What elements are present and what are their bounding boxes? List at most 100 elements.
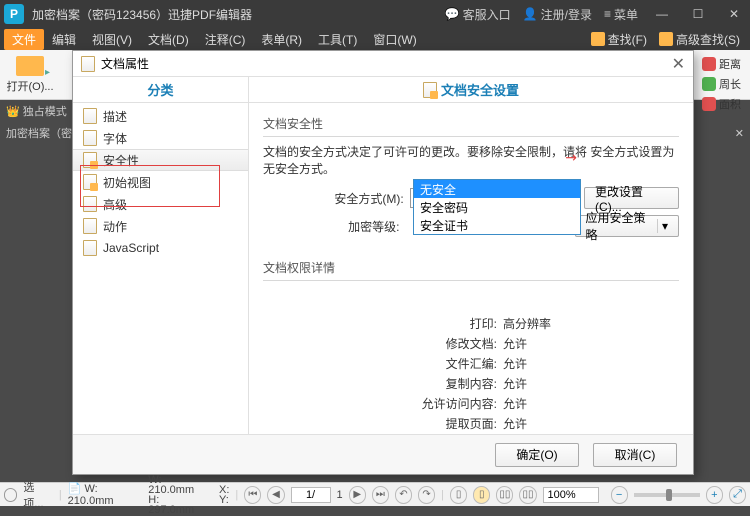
doc-icon <box>83 130 97 146</box>
perm-val: 允许 <box>503 335 527 352</box>
zoom-out-button[interactable]: − <box>611 486 628 504</box>
security-method-dropdown: 无安全 安全密码 安全证书 <box>413 179 581 235</box>
back-button[interactable]: ↶ <box>395 486 412 504</box>
layout-continuous-button[interactable]: ▯ <box>473 486 490 504</box>
menu-document[interactable]: 文档(D) <box>140 29 197 50</box>
menu-tools[interactable]: 工具(T) <box>310 29 365 50</box>
cat-fonts[interactable]: 字体 <box>73 127 248 149</box>
zoom-in-button[interactable]: + <box>706 486 723 504</box>
cancel-button[interactable]: 取消(C) <box>593 443 677 467</box>
gear-icon[interactable] <box>4 488 17 502</box>
perm-key: 复制内容: <box>263 375 503 392</box>
open-button[interactable]: 打开(O)... <box>0 54 60 96</box>
doc-icon <box>83 108 97 124</box>
login-link[interactable]: 👤 注册/登录 <box>523 6 592 23</box>
document-tab[interactable]: 加密档案（密 <box>6 125 72 141</box>
exclusive-mode[interactable]: 👑 独占模式 <box>6 103 67 119</box>
permissions-list: 打印:高分辨率 修改文档:允许 文件汇编:允许 复制内容:允许 允许访问内容:允… <box>263 315 679 434</box>
option-password[interactable]: 安全密码 <box>414 198 580 216</box>
change-settings-button[interactable]: 更改设置(C)... <box>584 187 679 209</box>
tool-perimeter[interactable]: 周长 <box>702 76 744 92</box>
cat-advanced[interactable]: 高级 <box>73 193 248 215</box>
menu-edit[interactable]: 编辑 <box>44 29 84 50</box>
layout-facing-button[interactable]: ▯▯ <box>496 486 513 504</box>
close-button[interactable]: ✕ <box>722 4 746 24</box>
layout-facing-cont-button[interactable]: ▯▯ <box>519 486 536 504</box>
support-link[interactable]: 💬 客服入口 <box>445 6 511 23</box>
zoom-select[interactable] <box>543 487 599 503</box>
title-bar: P 加密档案（密码123456）迅捷PDF编辑器 💬 客服入口 👤 注册/登录 … <box>0 0 750 28</box>
menu-form[interactable]: 表单(R) <box>253 29 310 50</box>
cat-security[interactable]: 安全性 <box>73 149 248 171</box>
tool-distance[interactable]: 距离 <box>702 56 744 72</box>
menu-view[interactable]: 视图(V) <box>84 29 140 50</box>
find-link[interactable]: 查找(F) <box>591 31 647 48</box>
cursor-x: X: <box>219 485 229 495</box>
cat-actions[interactable]: 动作 <box>73 215 248 237</box>
forward-button[interactable]: ↷ <box>418 486 435 504</box>
apply-policy-button[interactable]: 应用安全策略▾ <box>575 215 679 237</box>
section-permissions: 文档权限详情 <box>263 259 679 276</box>
lock-icon <box>83 152 97 168</box>
page-total: 1 <box>337 489 343 501</box>
category-panel: 分类 描述 字体 安全性 初始视图 高级 动作 JavaScript <box>73 77 249 434</box>
cat-initial-view[interactable]: 初始视图 <box>73 171 248 193</box>
category-header: 分类 <box>73 77 248 103</box>
security-description: 文档的安全方式决定了可许可的更改。要移除安全限制，请将 安全方式设置为 无安全方… <box>263 143 679 177</box>
tool-area[interactable]: 面积 <box>702 96 744 112</box>
perm-val: 允许 <box>503 375 527 392</box>
doc-size: 📄 W: 210.0mm <box>68 482 143 507</box>
adv-find-icon <box>659 32 673 46</box>
perm-val: 高分辨率 <box>503 315 551 332</box>
doc-icon <box>83 218 97 234</box>
doc-icon <box>83 240 97 256</box>
chevron-down-icon: ▾ <box>657 219 668 233</box>
prev-page-button[interactable]: ◀ <box>267 486 284 504</box>
main-menu[interactable]: ≡ 菜单 <box>604 6 638 23</box>
last-page-button[interactable]: ⏭ <box>372 486 389 504</box>
doc-icon <box>81 56 95 72</box>
perimeter-icon <box>702 77 716 91</box>
dialog-title: 文档属性 <box>101 55 149 72</box>
perm-key: 修改文档: <box>263 335 503 352</box>
find-icon <box>591 32 605 46</box>
menu-comment[interactable]: 注释(C) <box>197 29 254 50</box>
menu-file[interactable]: 文件 <box>4 29 44 50</box>
option-no-security[interactable]: 无安全 <box>414 180 580 198</box>
perm-val: 允许 <box>503 415 527 432</box>
minimize-button[interactable]: — <box>650 4 674 24</box>
layout-single-button[interactable]: ▯ <box>450 486 467 504</box>
dialog-close-button[interactable]: ✕ <box>672 54 685 74</box>
cat-javascript[interactable]: JavaScript <box>73 237 248 259</box>
status-bar: 选项... | 📄 W: 210.0mm W: 210.0mm H: 297.0… <box>0 482 750 506</box>
lock-icon <box>423 82 437 98</box>
section-security: 文档安全性 <box>263 115 679 132</box>
first-page-button[interactable]: ⏮ <box>244 486 261 504</box>
adv-find-link[interactable]: 高级查找(S) <box>659 31 740 48</box>
fit-button[interactable]: ⤢ <box>729 486 746 504</box>
option-certificate[interactable]: 安全证书 <box>414 216 580 234</box>
dialog-titlebar: 文档属性 ✕ <box>73 51 693 77</box>
ok-button[interactable]: 确定(O) <box>495 443 579 467</box>
distance-icon <box>702 57 716 71</box>
page-height: H: 297.0mm <box>148 495 207 515</box>
cat-description[interactable]: 描述 <box>73 105 248 127</box>
document-properties-dialog: 文档属性 ✕ 分类 描述 字体 安全性 初始视图 高级 动作 JavaScrip… <box>72 50 694 475</box>
security-method-label: 安全方式(M): <box>263 190 410 207</box>
encrypt-level-label: 加密等级: <box>263 218 405 235</box>
settings-panel: 文档安全设置 文档安全性 文档的安全方式决定了可许可的更改。要移除安全限制，请将… <box>249 77 693 434</box>
settings-header: 文档安全设置 <box>249 77 693 103</box>
perm-val: 允许 <box>503 395 527 412</box>
page-input[interactable] <box>291 487 331 503</box>
cursor-y: Y: <box>219 495 229 505</box>
tab-close-icon[interactable]: ✕ <box>735 127 744 140</box>
perm-val: 允许 <box>503 355 527 372</box>
zoom-slider[interactable] <box>634 493 700 497</box>
measure-tools: 距离 周长 面积 <box>698 52 748 116</box>
page-width: W: 210.0mm <box>148 475 207 495</box>
menu-window[interactable]: 窗口(W) <box>365 29 424 50</box>
maximize-button[interactable]: ☐ <box>686 4 710 24</box>
next-page-button[interactable]: ▶ <box>349 486 366 504</box>
dialog-footer: 确定(O) 取消(C) <box>73 434 693 474</box>
doc-icon <box>83 174 97 190</box>
